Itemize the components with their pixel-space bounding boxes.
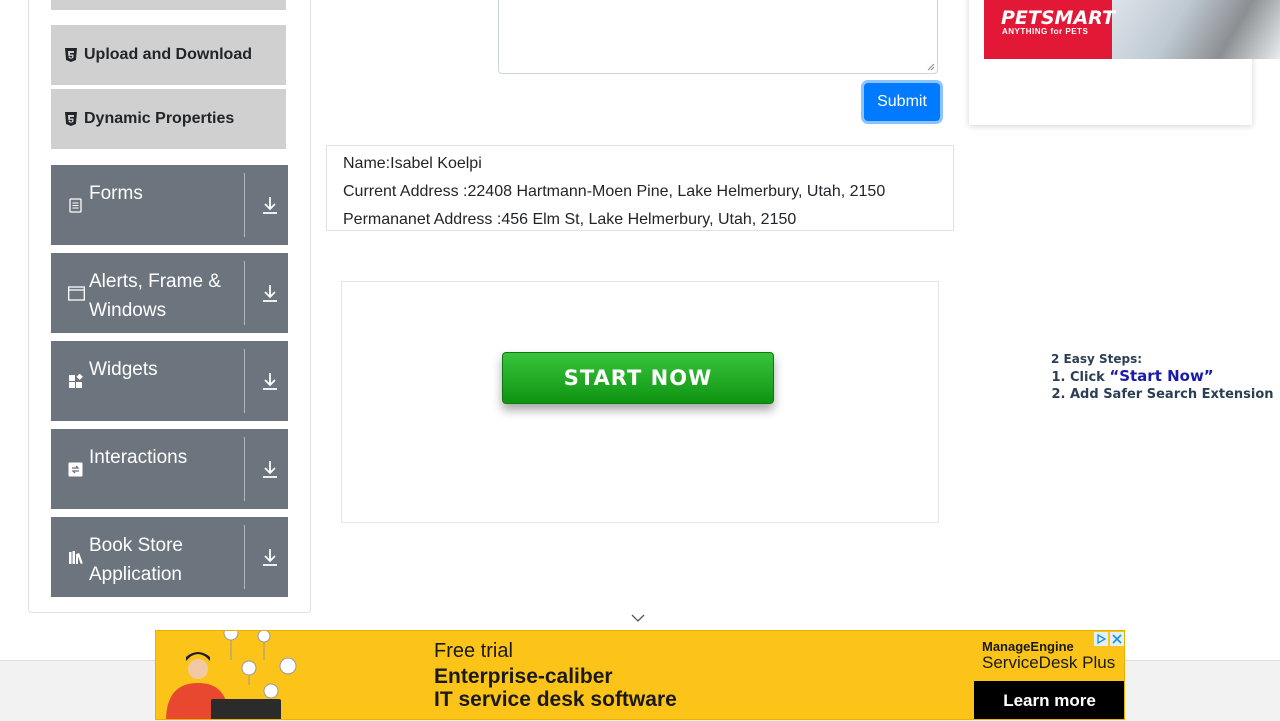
left-panel: Upload and Download Dynamic Properties F…: [28, 0, 311, 613]
download-arrow-icon[interactable]: [261, 195, 279, 215]
permanent-address-textarea[interactable]: [498, 0, 938, 74]
html5-shield-icon: [65, 48, 77, 62]
sidebar-group-widgets[interactable]: Widgets: [51, 341, 288, 421]
sidebar-group-forms[interactable]: Forms: [51, 165, 288, 245]
download-arrow-icon[interactable]: [261, 547, 279, 567]
download-arrow-icon[interactable]: [261, 283, 279, 303]
group-label: Widgets: [89, 359, 158, 380]
html5-shield-icon: [65, 112, 77, 126]
group-label: Interactions: [89, 447, 188, 468]
ad-brand-manageengine: ManageEngine: [982, 639, 1074, 654]
sidebar-group-book-store[interactable]: Book Store Application: [51, 517, 288, 597]
petsmart-ad-banner[interactable]: PETSMART ANYTHING for PETS: [984, 0, 1280, 59]
resize-grip-icon[interactable]: [927, 63, 935, 71]
person-laptop-illustration: [166, 631, 297, 719]
bottom-ad-banner[interactable]: Free trial Enterprise-caliber IT service…: [155, 630, 1125, 720]
ad-brand-servicedesk: ServiceDesk Plus: [982, 653, 1116, 672]
ad-choices-icon[interactable]: [1094, 632, 1108, 646]
output-name: Name:Isabel Koelpi: [343, 155, 482, 172]
download-arrow-icon[interactable]: [261, 371, 279, 391]
group-label: Alerts, Frame & Windows: [89, 271, 221, 321]
learn-more-button[interactable]: Learn more: [974, 681, 1124, 719]
steps-title: 2 Easy Steps:: [1051, 352, 1143, 366]
sidebar-group-alerts-frame-windows[interactable]: Alerts, Frame & Windows: [51, 253, 288, 333]
window-icon: [68, 286, 85, 301]
step-1: Click “Start Now”: [1070, 368, 1274, 386]
ad-headline-2: Enterprise-caliber: [434, 665, 613, 688]
chevron-down-icon[interactable]: [631, 613, 645, 623]
sidebar-item-label: Dynamic Properties: [84, 110, 235, 127]
step-2: Add Safer Search Extension: [1070, 386, 1274, 403]
close-icon[interactable]: [1110, 632, 1124, 646]
widgets-icon: [69, 374, 83, 388]
interaction-icon: [68, 462, 83, 477]
books-icon: [69, 551, 83, 565]
download-arrow-icon[interactable]: [261, 459, 279, 479]
start-now-link[interactable]: “Start Now”: [1109, 367, 1213, 385]
start-now-ad-button[interactable]: START NOW: [502, 352, 774, 404]
sidebar-item-previous[interactable]: [51, 0, 286, 10]
pets-photo: [1112, 0, 1280, 59]
sidebar-group-interactions[interactable]: Interactions: [51, 429, 288, 509]
output-permanent-address: Permananet Address :456 Elm St, Lake Hel…: [343, 211, 797, 228]
submit-button[interactable]: Submit: [864, 83, 940, 121]
sidebar-item-dynamic-properties[interactable]: Dynamic Properties: [51, 89, 286, 149]
petsmart-logo: PETSMART: [1001, 7, 1115, 29]
ad-headline-1: Free trial: [434, 640, 513, 662]
group-label: Book Store Application: [89, 535, 183, 585]
output-current-address: Current Address :22408 Hartmann-Moen Pin…: [343, 183, 886, 200]
easy-steps-ad[interactable]: 2 Easy Steps: Click “Start Now” Add Safe…: [1051, 352, 1274, 403]
output-box: Name:Isabel Koelpi Current Address :2240…: [326, 145, 954, 231]
petsmart-tagline: ANYTHING for PETS: [1002, 27, 1089, 36]
ad-headline-3: IT service desk software: [434, 688, 677, 711]
document-icon: [69, 198, 82, 213]
sidebar-item-label: Upload and Download: [84, 46, 252, 63]
sidebar-item-upload-download[interactable]: Upload and Download: [51, 25, 286, 85]
group-label: Forms: [89, 183, 143, 204]
